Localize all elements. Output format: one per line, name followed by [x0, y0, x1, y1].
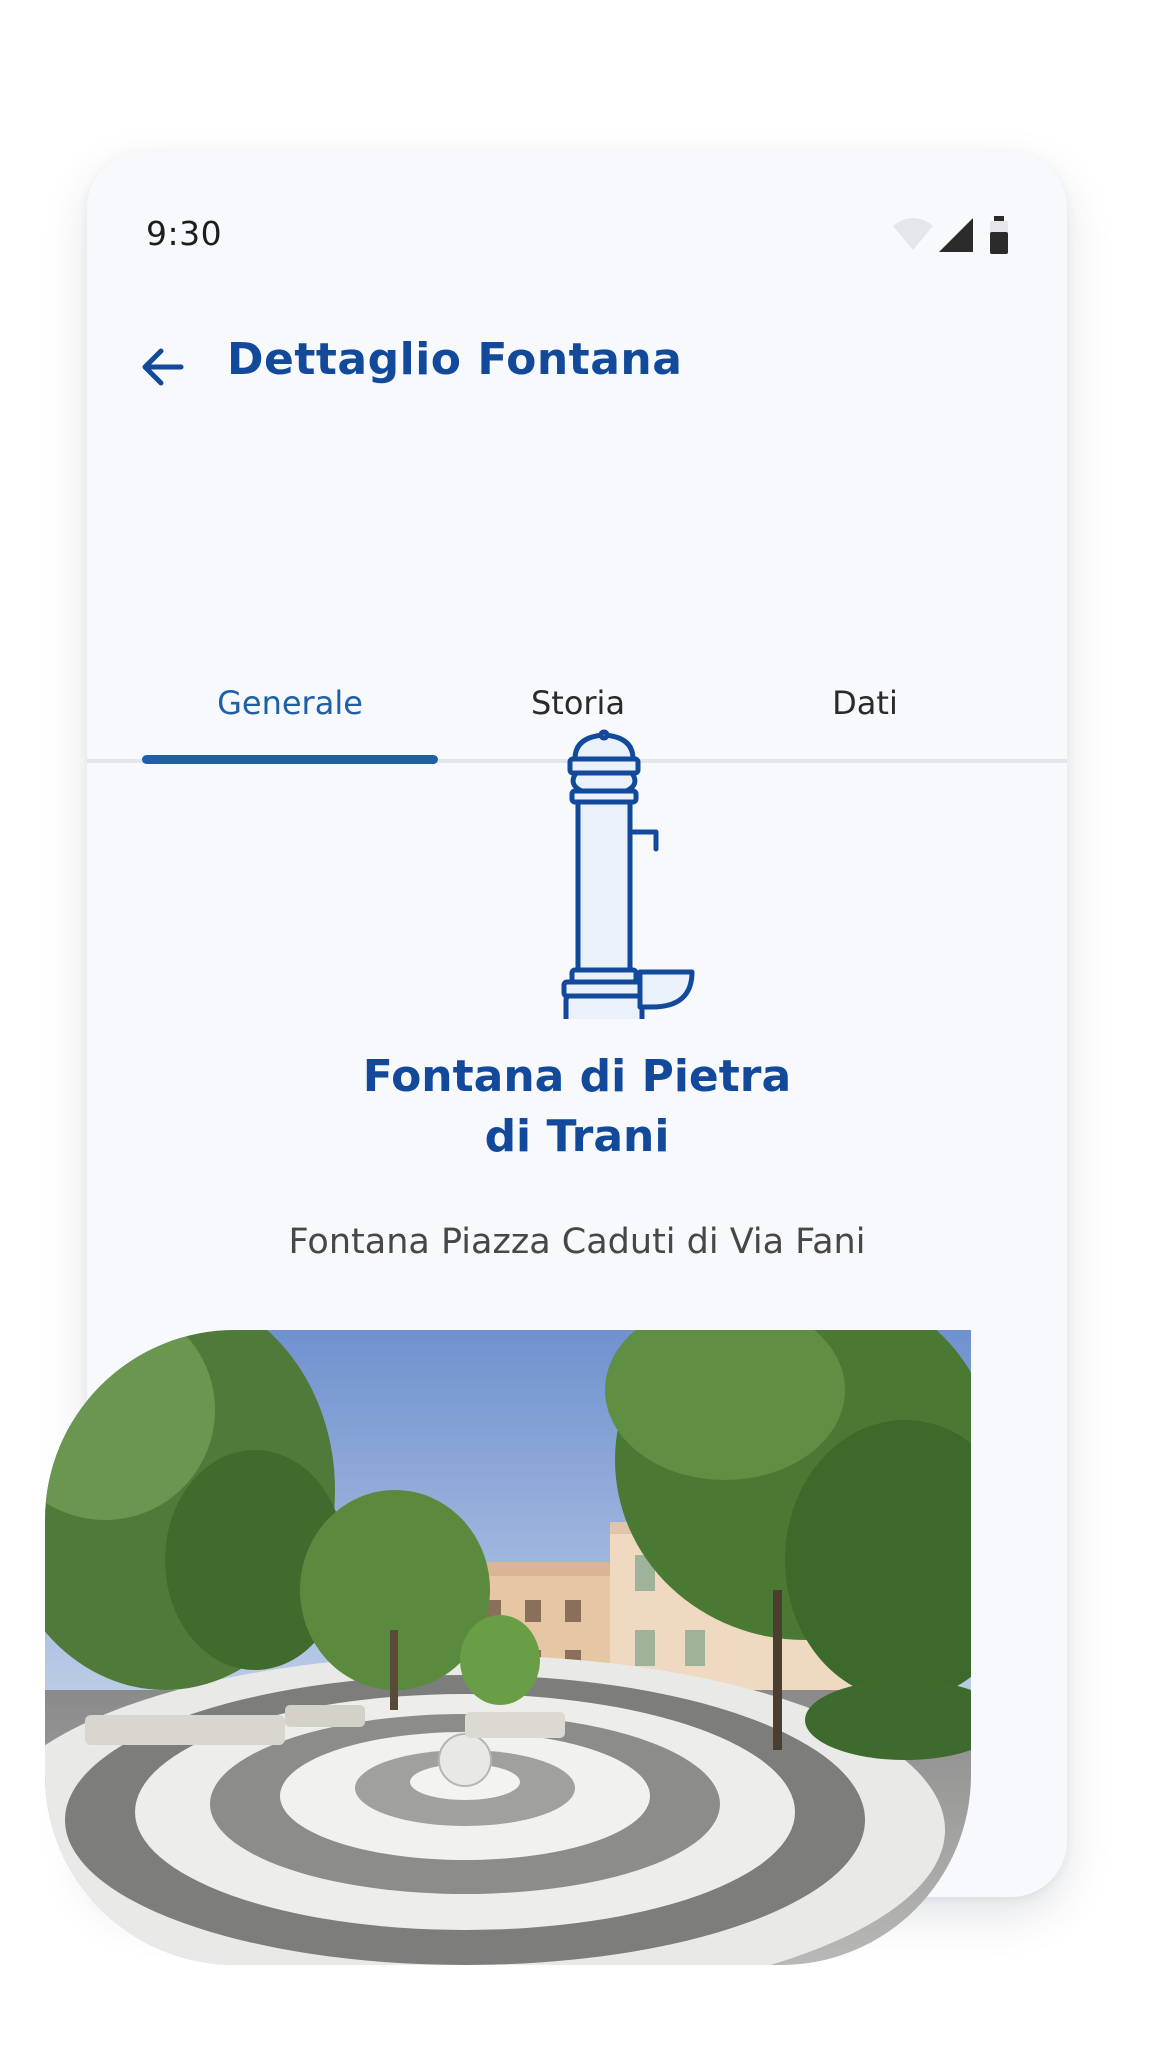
piazza-photo [45, 1330, 971, 1965]
back-button[interactable] [127, 332, 197, 402]
battery-icon [990, 216, 1008, 254]
signal-icon [939, 218, 973, 252]
wifi-icon [893, 218, 933, 250]
arrow-left-icon [142, 348, 184, 386]
tab-generale[interactable]: Generale [142, 652, 438, 764]
tab-active-indicator [142, 755, 438, 764]
fountain-icon [561, 729, 695, 1019]
fountain-name: Fontana di Pietra di Trani [87, 1047, 1067, 1167]
page-title: Dettaglio Fontana [227, 334, 683, 385]
fountain-name-line2: di Trani [484, 1111, 670, 1162]
fountain-name-line1: Fontana di Pietra [362, 1051, 792, 1102]
status-icons [891, 214, 1011, 256]
tab-dati[interactable]: Dati [717, 652, 1013, 764]
status-time: 9:30 [146, 214, 223, 253]
fountain-location: Fontana Piazza Caduti di Via Fani [288, 1222, 866, 1262]
